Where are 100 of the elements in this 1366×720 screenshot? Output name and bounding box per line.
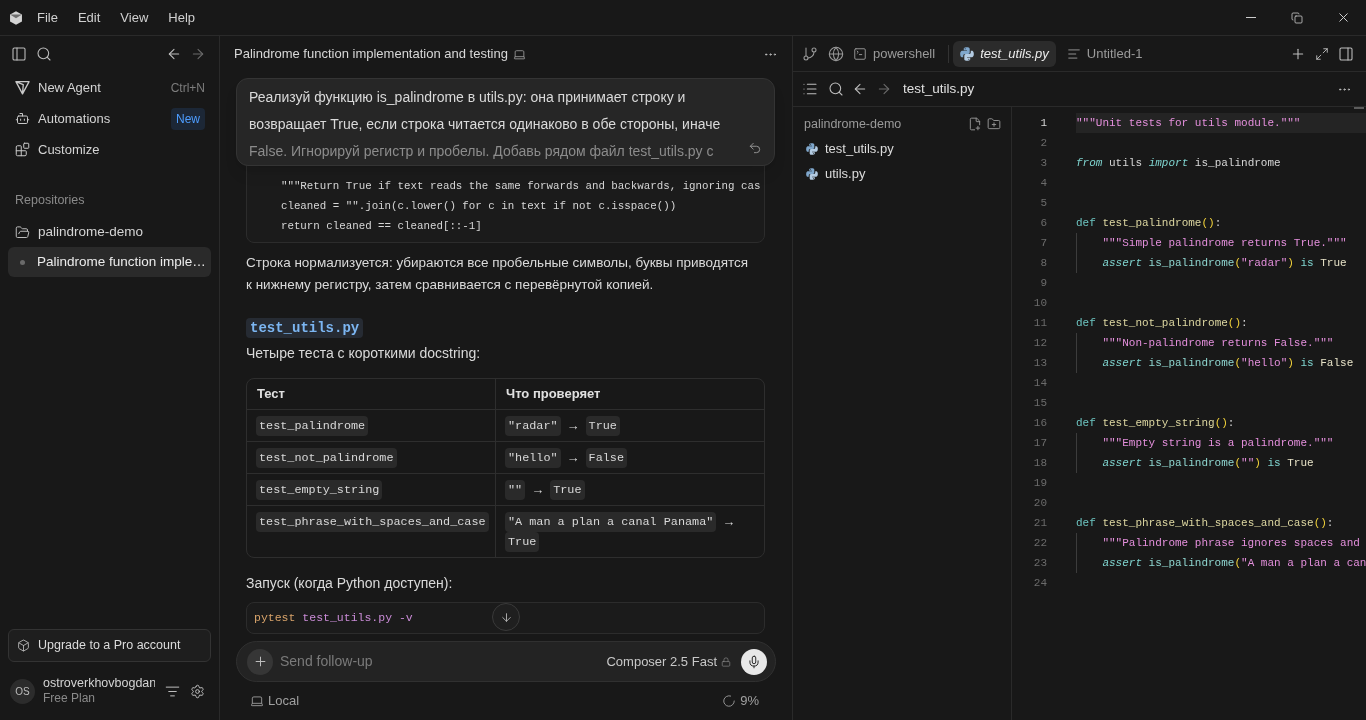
filter-icon[interactable] <box>165 683 180 699</box>
menu-item[interactable]: Help <box>168 7 196 28</box>
panel-toggle-icon[interactable] <box>1338 45 1354 62</box>
line-number: 22 <box>1032 535 1047 551</box>
globe-icon[interactable] <box>828 45 844 62</box>
settings-icon[interactable] <box>190 683 205 699</box>
line-number: 14 <box>1032 375 1047 391</box>
code-line: def test_not_palindrome(): <box>1076 315 1248 331</box>
line-number: 19 <box>1032 475 1047 491</box>
folder-icon <box>15 224 30 240</box>
plus-icon <box>252 654 268 669</box>
file-heading: test_utils.py <box>246 318 364 338</box>
line-number: 20 <box>1032 495 1047 511</box>
explorer-root: palindrome-demo <box>804 115 902 133</box>
list-icon[interactable] <box>802 81 818 97</box>
plan-label: Free Plan <box>43 691 96 706</box>
explanation-text: Строка нормализуется: убираются все пробельные символы, буквы приводятся к нижнему регистру, затем сравнивается с перевёрнутой копией. <box>246 254 750 294</box>
tree-python-entry[interactable]: utils.py <box>806 163 866 184</box>
code-line: def test_palindrome(): <box>1076 215 1222 231</box>
breadcrumb-file[interactable]: test_utils.py <box>903 78 975 100</box>
code-line: assert is_palindrome("radar") is True <box>1076 253 1347 273</box>
line-number: 2 <box>1039 135 1047 151</box>
code-line: assert is_palindrome("A man a plan a can <box>1076 553 1366 573</box>
user-message-text: Реализуй функцию is_palindrome в utils.py: она принимает строку и возвращает True, если строка читается одинаково в обе стороны, иначе False. Игнорируй регистр и пробелы. Добавь рядом файл test_utils.py с <box>249 88 721 161</box>
cube-icon <box>17 639 30 652</box>
restore-icon <box>1291 11 1303 24</box>
laptop-icon <box>250 694 264 708</box>
robot-icon <box>15 111 30 126</box>
model-selector[interactable]: Composer 2.5 Fast <box>606 651 731 672</box>
arrow-symbol: → <box>566 448 580 467</box>
new-file-icon[interactable] <box>968 117 982 131</box>
microphone-icon <box>747 654 761 669</box>
undo-icon[interactable] <box>748 141 762 155</box>
line-number: 18 <box>1032 455 1047 471</box>
search-icon[interactable] <box>36 46 52 62</box>
code-line: assert is_palindrome("hello") is False <box>1076 353 1354 373</box>
expand-icon[interactable] <box>1315 46 1329 61</box>
arrow-symbol: → <box>531 480 545 499</box>
new-folder-icon[interactable] <box>987 117 1001 131</box>
code-line: """Non-palindrome returns False.""" <box>1076 333 1334 353</box>
editor-tab[interactable]: Untitled-1 <box>1059 40 1150 67</box>
microphone-button[interactable] <box>741 648 767 675</box>
line-number: 23 <box>1032 555 1047 571</box>
line-number: 13 <box>1032 355 1047 371</box>
line-number: 9 <box>1039 275 1047 291</box>
run-intro-text: Запуск (когда Python доступен): <box>246 574 454 593</box>
inline-code: False <box>585 447 627 468</box>
line-number: 6 <box>1039 215 1047 231</box>
arrow-symbol: → <box>566 416 580 435</box>
code-line: cleaned = "".join(c.lower() for c in text if not c.isspace()) <box>279 199 677 214</box>
menu-item[interactable]: View <box>120 7 149 28</box>
terminal-icon <box>853 46 867 61</box>
chat-item[interactable]: Palindrome function imple… <box>8 247 211 277</box>
command-line: pytest test_utils.py -v <box>254 610 413 626</box>
inline-code: test_phrase_with_spaces_and_case <box>256 511 489 532</box>
code-line: def test_phrase_with_spaces_and_case(): <box>1076 515 1334 531</box>
branch-icon[interactable] <box>802 45 818 62</box>
minimize-icon <box>1246 17 1256 18</box>
inline-code: "A man a plan a canal Panama" <box>505 511 717 532</box>
message-input[interactable]: Send follow-up <box>280 651 607 672</box>
message-composer[interactable]: Send follow-up Composer 2.5 Fast <box>236 641 776 682</box>
nav-item[interactable]: Automations <box>15 108 111 129</box>
user-name: ostroverkhovbogdan <box>43 676 155 691</box>
new-badge: New <box>171 107 205 130</box>
line-number: 8 <box>1039 255 1047 271</box>
sidebar-toggle-icon[interactable] <box>11 46 27 62</box>
table-intro-text: Четыре теста с короткими docstring: <box>246 344 482 363</box>
spinner-icon <box>722 694 737 708</box>
blocks-icon <box>15 142 30 157</box>
inline-code: test_not_palindrome <box>256 447 397 468</box>
python-file-icon <box>960 46 975 61</box>
line-number: 16 <box>1032 415 1047 431</box>
app-logo-icon <box>9 10 23 25</box>
code-line: """Simple palindrome returns True.""" <box>1076 233 1347 253</box>
nav-item[interactable]: New Agent <box>15 77 101 98</box>
upgrade-button[interactable]: Upgrade to a Pro account <box>8 629 211 662</box>
code-line: def test_empty_string(): <box>1076 415 1235 431</box>
code-line: """Return True if text reads the same forwards and backwards, ignoring cas <box>279 179 761 194</box>
editor-tab[interactable]: powershell <box>846 40 943 67</box>
python-file-icon <box>806 142 818 155</box>
lock-icon <box>721 656 731 667</box>
column-header: Что проверяет <box>506 385 601 404</box>
add-button[interactable] <box>247 648 273 675</box>
python-file-icon <box>806 167 818 180</box>
line-number: 12 <box>1032 335 1047 351</box>
chat-title: Palindrome function implementation and testing <box>234 45 508 64</box>
inline-code: "hello" <box>505 447 561 468</box>
column-header: Тест <box>257 385 285 404</box>
search-icon[interactable] <box>828 81 844 97</box>
line-number: 17 <box>1032 435 1047 451</box>
code-line: """Palindrome phrase ignores spaces and <box>1076 533 1360 553</box>
menu-item[interactable]: Edit <box>77 7 101 28</box>
line-number: 15 <box>1032 395 1047 411</box>
tree-python-entry[interactable]: test_utils.py <box>806 138 894 159</box>
repository-item[interactable]: palindrome-demo <box>15 221 144 243</box>
inline-code: test_empty_string <box>256 479 383 500</box>
nav-item[interactable]: Customize <box>15 139 100 160</box>
editor-tab[interactable]: test_utils.py <box>953 40 1056 67</box>
menu-item[interactable]: File <box>37 7 58 28</box>
laptop-icon <box>512 47 526 61</box>
